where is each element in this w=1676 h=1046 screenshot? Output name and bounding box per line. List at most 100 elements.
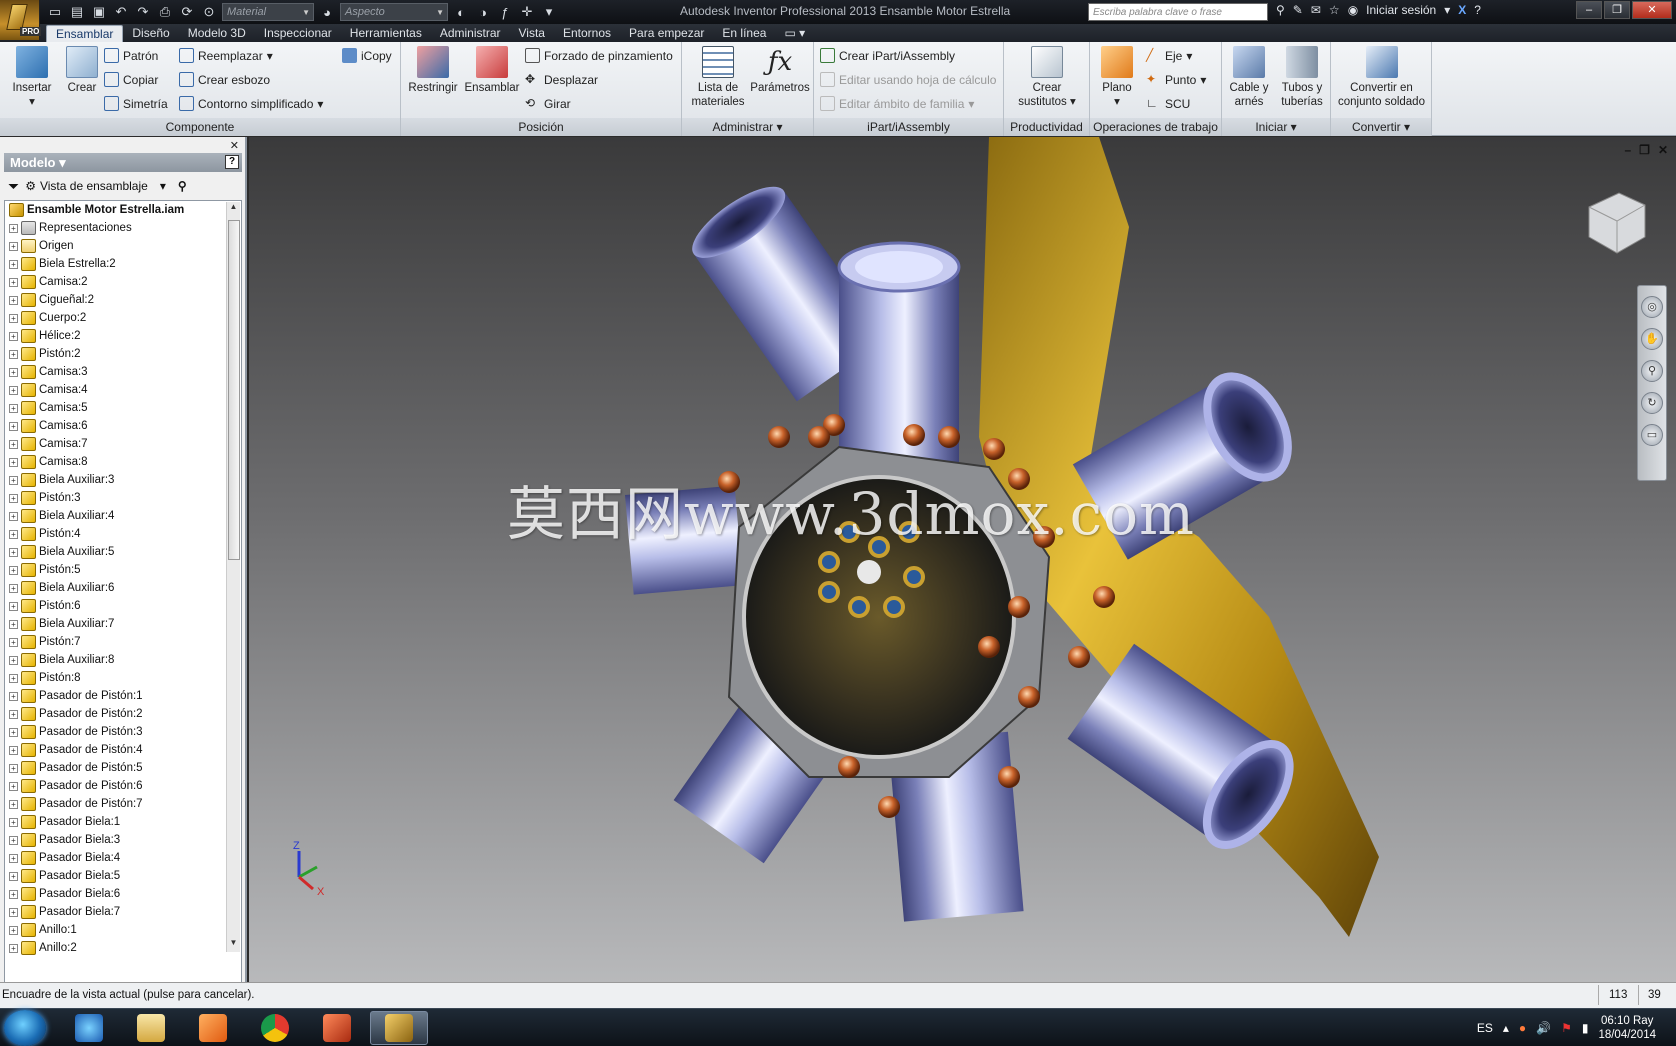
clock[interactable]: 06:10 Ray 18/04/2014 — [1598, 1014, 1656, 1042]
exchange-icon[interactable]: X — [1458, 3, 1466, 17]
expand-icon[interactable]: + — [9, 403, 18, 413]
sign-in-link[interactable]: Iniciar sesión — [1366, 3, 1436, 17]
expand-icon[interactable]: + — [9, 601, 18, 611]
tree-item[interactable]: + Cuerpo:2 — [5, 309, 241, 327]
application-menu-button[interactable]: PRO — [0, 0, 42, 40]
expand-icon[interactable]: + — [9, 511, 18, 521]
tab-modelo-3d[interactable]: Modelo 3D — [179, 25, 255, 42]
material-combo[interactable]: Material ▼ — [222, 3, 314, 21]
language-indicator[interactable]: ES — [1477, 1021, 1493, 1035]
tree-item[interactable]: + Pasador de Pistón:3 — [5, 723, 241, 741]
lista-materiales-button[interactable]: Lista de materiales — [688, 46, 748, 109]
tree-item[interactable]: + Pasador de Pistón:4 — [5, 741, 241, 759]
tree-item[interactable]: + Camisa:4 — [5, 381, 241, 399]
eje-button[interactable]: ╱ Eje ▾ — [1146, 48, 1192, 63]
punto-button[interactable]: ✦ Punto ▾ — [1146, 72, 1206, 87]
parametros-button[interactable]: ƒx Parámetros — [748, 46, 812, 95]
undo-icon[interactable]: ↶ — [112, 3, 130, 21]
expand-icon[interactable]: + — [9, 331, 18, 341]
crear-esbozo-button[interactable]: Crear esbozo — [179, 72, 270, 87]
tree-item[interactable]: + Pasador de Pistón:2 — [5, 705, 241, 723]
browser-close-icon[interactable]: ✕ — [230, 139, 239, 152]
tree-item[interactable]: + Representaciones — [5, 219, 241, 237]
browser-scrollbar[interactable]: ▲ ▼ — [226, 202, 240, 952]
reemplazar-button[interactable]: Reemplazar ▾ — [179, 48, 273, 63]
open-file-icon[interactable]: ▤ — [68, 3, 86, 21]
panel-iniciar-label[interactable]: Iniciar ▾ — [1222, 118, 1330, 136]
editar-hoja-button[interactable]: Editar usando hoja de cálculo — [820, 72, 996, 87]
expand-icon[interactable]: + — [9, 223, 18, 233]
look-at-icon[interactable]: ▭ — [1641, 424, 1663, 446]
help-icon[interactable]: ? — [1474, 3, 1481, 17]
binoculars-icon[interactable]: ⚲ — [1276, 3, 1285, 17]
tree-item[interactable]: + Anillo:2 — [5, 939, 241, 957]
tree-item[interactable]: + Pistón:8 — [5, 669, 241, 687]
scroll-down-icon[interactable]: ▼ — [227, 938, 240, 952]
editar-ambito-button[interactable]: Editar ámbito de familia ▾ — [820, 96, 974, 111]
tree-item[interactable]: + Pistón:2 — [5, 345, 241, 363]
tree-item[interactable]: + Pasador Biela:7 — [5, 903, 241, 921]
minimize-button[interactable]: – — [1576, 1, 1602, 19]
expand-icon[interactable]: + — [9, 583, 18, 593]
tree-root[interactable]: Ensamble Motor Estrella.iam — [5, 201, 241, 219]
filter-icon[interactable]: ⏷ — [8, 178, 19, 195]
viewport-close-icon[interactable]: ✕ — [1658, 143, 1668, 157]
tree-item[interactable]: + Camisa:2 — [5, 273, 241, 291]
orbit-icon[interactable]: ↻ — [1641, 392, 1663, 414]
appearance-combo[interactable]: Aspecto ▼ — [340, 3, 448, 21]
tree-item[interactable]: + Pasador de Pistón:7 — [5, 795, 241, 813]
tree-item[interactable]: + Biela Estrella:2 — [5, 255, 241, 273]
expand-icon[interactable]: + — [9, 745, 18, 755]
patron-button[interactable]: Patrón — [104, 48, 158, 63]
taskbar-inventor[interactable] — [370, 1011, 428, 1045]
expand-icon[interactable]: + — [9, 313, 18, 323]
tab-diseno[interactable]: Diseño — [123, 25, 178, 42]
tubos-tuberias-button[interactable]: Tubos y tuberías — [1276, 46, 1328, 109]
view-mode-dropdown[interactable]: ⚙ Vista de ensamblaje ▾ — [25, 179, 166, 193]
tree-item[interactable]: + Anillo:1 — [5, 921, 241, 939]
tree-item[interactable]: + Camisa:6 — [5, 417, 241, 435]
plano-button[interactable]: Plano ▾ — [1094, 46, 1140, 109]
browser-header[interactable]: Modelo ▾ ? — [4, 153, 242, 172]
expand-icon[interactable]: + — [9, 943, 18, 953]
volume-icon[interactable]: 🔊 — [1536, 1021, 1551, 1035]
expand-icon[interactable]: + — [9, 817, 18, 827]
scroll-thumb[interactable] — [228, 220, 240, 560]
zoom-icon[interactable]: ⚲ — [1641, 360, 1663, 382]
start-button[interactable] — [4, 1010, 46, 1046]
tree-item[interactable]: + Hélice:2 — [5, 327, 241, 345]
expand-icon[interactable]: + — [9, 907, 18, 917]
tree-item[interactable]: + Pasador Biela:5 — [5, 867, 241, 885]
tree-item[interactable]: + Biela Auxiliar:6 — [5, 579, 241, 597]
new-file-icon[interactable]: ▭ — [46, 3, 64, 21]
expand-icon[interactable]: + — [9, 421, 18, 431]
icopy-button[interactable]: iCopy — [342, 48, 392, 63]
crear-ipart-button[interactable]: Crear iPart/iAssembly — [820, 48, 955, 63]
expand-icon[interactable]: + — [9, 889, 18, 899]
favorites-icon[interactable]: ☆ — [1329, 3, 1340, 17]
scroll-up-icon[interactable]: ▲ — [227, 202, 240, 216]
redo-icon[interactable]: ↷ — [134, 3, 152, 21]
expand-icon[interactable]: + — [9, 871, 18, 881]
tree-item[interactable]: + Cigueñal:2 — [5, 291, 241, 309]
tree-item[interactable]: + Biela Auxiliar:5 — [5, 543, 241, 561]
expand-icon[interactable]: + — [9, 637, 18, 647]
scu-button[interactable]: ∟ SCU — [1146, 96, 1190, 111]
expand-icon[interactable]: + — [9, 781, 18, 791]
ribbon-display-toggle-icon[interactable]: ▭ ▾ — [775, 25, 814, 42]
expand-icon[interactable]: + — [9, 439, 18, 449]
expand-icon[interactable]: + — [9, 691, 18, 701]
taskbar-chrome[interactable] — [246, 1011, 304, 1045]
expand-icon[interactable]: + — [9, 493, 18, 503]
user-icon[interactable]: ◉ — [1348, 3, 1358, 17]
panel-convertir-label[interactable]: Convertir ▾ — [1331, 118, 1431, 136]
expand-icon[interactable]: + — [9, 799, 18, 809]
expand-icon[interactable]: + — [9, 295, 18, 305]
expand-icon[interactable]: + — [9, 547, 18, 557]
viewcube[interactable] — [1579, 187, 1649, 257]
tree-item[interactable]: + Pistón:5 — [5, 561, 241, 579]
contorno-button[interactable]: Contorno simplificado ▾ — [179, 96, 323, 111]
expand-icon[interactable]: + — [9, 277, 18, 287]
tab-inspeccionar[interactable]: Inspeccionar — [255, 25, 341, 42]
expand-icon[interactable]: + — [9, 727, 18, 737]
